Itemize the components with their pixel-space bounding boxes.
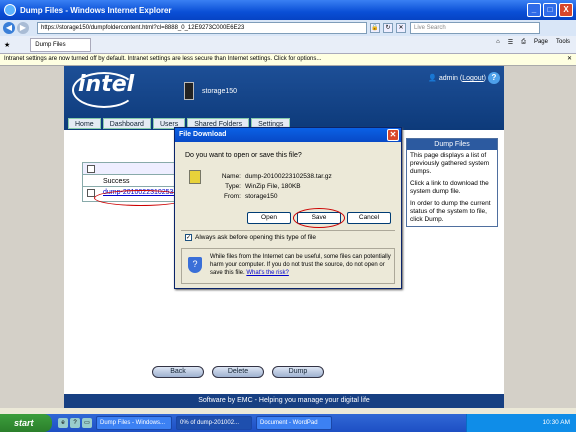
- sidebox-p2: Click a link to download the system dump…: [410, 180, 489, 195]
- always-ask-checkbox[interactable]: ✓: [185, 234, 192, 241]
- ie-icon: [4, 4, 16, 16]
- admin-username: admin: [438, 75, 458, 82]
- dump-button[interactable]: Dump: [272, 366, 324, 378]
- shield-warning-icon: ?: [188, 257, 202, 273]
- feeds-icon[interactable]: ☰: [508, 39, 513, 46]
- stop-icon[interactable]: ✕: [396, 23, 406, 33]
- always-ask-label: Always ask before opening this type of f…: [195, 234, 317, 241]
- action-buttons: Back Delete Dump: [152, 366, 324, 378]
- file-type: WinZip File, 180KB: [245, 183, 301, 190]
- search-input[interactable]: Live Search: [410, 22, 540, 34]
- from-label: From:: [224, 193, 241, 200]
- warning-message: While files from the Internet can be use…: [210, 254, 391, 276]
- warning-box: ? While files from the Internet can be u…: [181, 248, 395, 284]
- dialog-divider: [181, 230, 395, 231]
- dialog-title: File Download: [179, 131, 227, 138]
- system-tray: 10:30 AM: [466, 414, 576, 432]
- address-input[interactable]: https://storage150/dumpfoldercontent.htm…: [37, 22, 367, 34]
- select-all-checkbox[interactable]: [87, 165, 95, 173]
- forward-nav-icon[interactable]: ▶: [17, 22, 29, 34]
- help-icon[interactable]: ?: [488, 72, 500, 84]
- cancel-button[interactable]: Cancel: [347, 212, 391, 224]
- info-bar[interactable]: Intranet settings are now turned off by …: [0, 54, 576, 66]
- print-icon[interactable]: ⎙: [521, 39, 526, 46]
- refresh-icon[interactable]: ↻: [383, 23, 393, 33]
- ie-quicklaunch-icon[interactable]: e: [58, 418, 68, 428]
- delete-button[interactable]: Delete: [212, 366, 264, 378]
- file-source: storage150: [245, 193, 278, 200]
- file-properties: Name: dump-20100223102538.tar.gz Type: Win…: [221, 172, 332, 202]
- zip-file-icon: [189, 170, 201, 184]
- back-button[interactable]: Back: [152, 366, 204, 378]
- close-window-button[interactable]: X: [559, 3, 573, 17]
- open-button[interactable]: Open: [247, 212, 291, 224]
- file-download-dialog: File Download ✕ Do you want to open or s…: [174, 127, 402, 289]
- window-title: Dump Files - Windows Internet Explorer: [20, 5, 172, 15]
- file-name: dump-20100223102538.tar.gz: [245, 173, 332, 180]
- risk-link[interactable]: What's the risk?: [246, 270, 289, 276]
- nav-dashboard[interactable]: Dashboard: [102, 118, 151, 129]
- home-icon[interactable]: ⌂: [496, 39, 500, 46]
- dialog-title-bar: File Download ✕: [175, 128, 401, 142]
- hostname: storage150: [202, 88, 238, 95]
- window-title-bar: Dump Files - Windows Internet Explorer _…: [0, 0, 576, 20]
- dialog-close-button[interactable]: ✕: [387, 129, 399, 141]
- tools-menu[interactable]: Tools: [556, 39, 570, 46]
- dialog-question: Do you want to open or save this file?: [185, 152, 302, 159]
- tab-row: ★ Dump Files ⌂ ☰ ⎙ Page Tools: [0, 36, 576, 54]
- info-bar-text: Intranet settings are now turned off by …: [4, 56, 322, 62]
- taskbar-item-ie[interactable]: Dump Files - Windows...: [96, 416, 172, 430]
- logout-link[interactable]: Logout: [462, 75, 483, 82]
- tab-dump-files[interactable]: Dump Files: [30, 37, 91, 52]
- address-bar-row: ◀ ▶ https://storage150/dumpfoldercontent…: [0, 20, 576, 36]
- clock: 10:30 AM: [542, 419, 570, 426]
- person-icon: 👤: [428, 75, 437, 82]
- lock-icon[interactable]: 🔒: [370, 23, 380, 33]
- sidebox-p3: In order to dump the current status of t…: [410, 200, 491, 223]
- help-sidebox: Dump Files This page displays a list of …: [406, 138, 498, 227]
- status-text: Success: [103, 178, 130, 185]
- info-bar-close-icon[interactable]: ✕: [567, 54, 572, 65]
- page-menu[interactable]: Page: [534, 39, 548, 46]
- intel-logo: intel: [78, 72, 135, 97]
- taskbar-item-wordpad[interactable]: Document - WordPad: [256, 416, 332, 430]
- page-margin-right: [504, 66, 576, 408]
- favorites-star-icon[interactable]: ★: [4, 41, 10, 49]
- always-ask-option[interactable]: ✓ Always ask before opening this type of…: [185, 234, 316, 241]
- warning-text: While files from the Internet can be use…: [210, 253, 392, 277]
- desktop-quicklaunch-icon[interactable]: ▭: [82, 418, 92, 428]
- back-nav-icon[interactable]: ◀: [3, 22, 15, 34]
- highlight-oval-save: [293, 208, 345, 228]
- taskbar-item-download[interactable]: 0% of dump-201002...: [176, 416, 252, 430]
- page-header: intel storage150 👤 admin (Logout) ? Home…: [64, 66, 504, 130]
- nav-home[interactable]: Home: [68, 118, 101, 129]
- name-label: Name:: [221, 173, 241, 180]
- type-label: Type:: [225, 183, 241, 190]
- start-button[interactable]: start: [0, 414, 52, 432]
- page-footer: Software by EMC - Helping you manage you…: [64, 394, 504, 408]
- minimize-button[interactable]: _: [527, 3, 541, 17]
- maximize-button[interactable]: □: [543, 3, 557, 17]
- admin-label: 👤 admin (Logout): [428, 75, 486, 82]
- help-quicklaunch-icon[interactable]: ?: [70, 418, 80, 428]
- quick-launch: e ? ▭: [58, 418, 92, 428]
- taskbar: start e ? ▭ Dump Files - Windows... 0% o…: [0, 414, 576, 432]
- server-icon: [184, 82, 194, 100]
- sidebox-title: Dump Files: [407, 139, 497, 150]
- sidebox-p1: This page displays a list of previously …: [410, 152, 490, 175]
